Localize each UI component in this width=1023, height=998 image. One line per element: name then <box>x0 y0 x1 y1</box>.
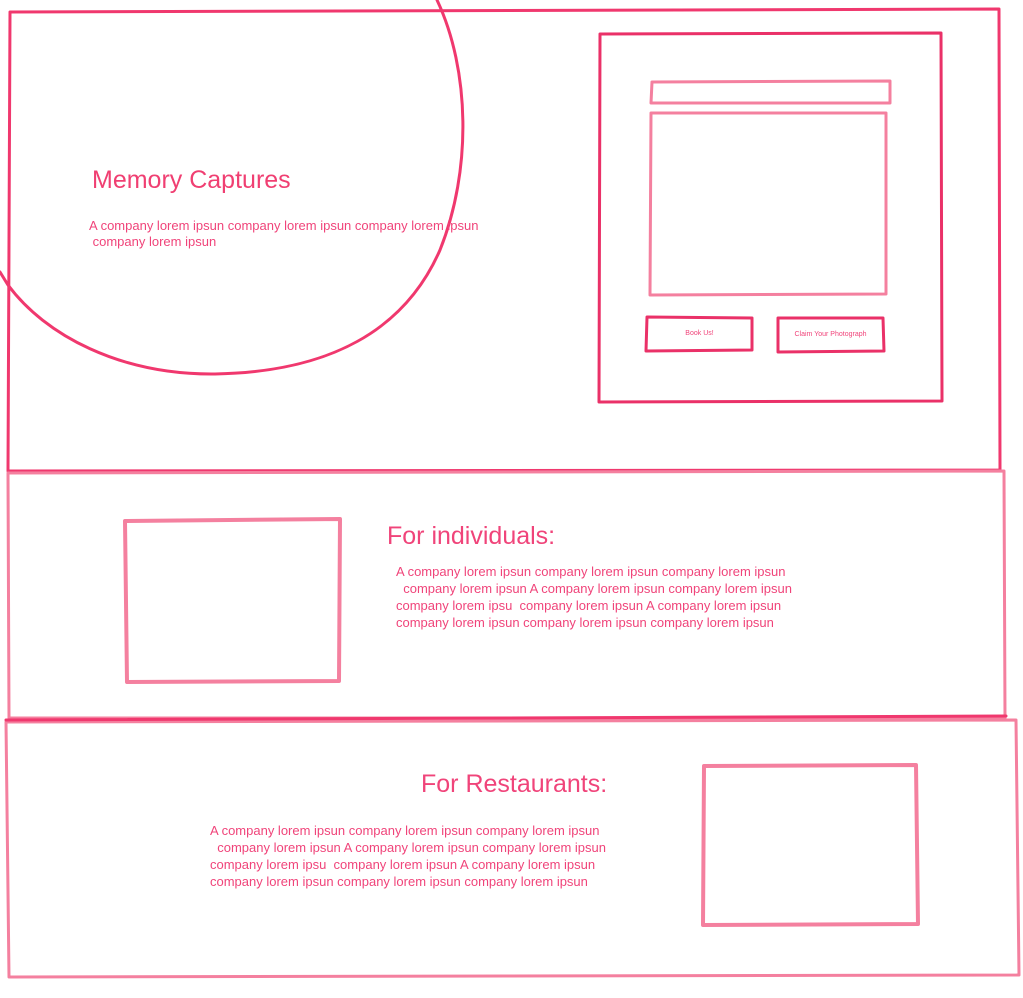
individuals-body-line: company lorem ipsun A company lorem ipsu… <box>396 581 792 596</box>
sections-divider <box>4 714 1008 722</box>
restaurants-body-line: company lorem ipsun A company lorem ipsu… <box>210 840 606 855</box>
individuals-heading: For individuals: <box>387 522 556 550</box>
book-us-button[interactable]: Book Us! <box>646 318 753 350</box>
restaurants-body-line: company lorem ipsun company lorem ipsun … <box>210 874 588 889</box>
hero-description-line: A company lorem ipsun company lorem ipsu… <box>89 218 479 233</box>
restaurants-body: A company lorem ipsun company lorem ipsu… <box>210 822 606 890</box>
claim-photograph-button[interactable]: Claim Your Photograph <box>777 318 884 352</box>
individuals-body-line: company lorem ipsun company lorem ipsun … <box>396 615 774 630</box>
restaurants-image-placeholder <box>701 763 920 927</box>
individuals-body-line: company lorem ipsu company lorem ipsun A… <box>396 598 782 613</box>
card-image-placeholder <box>648 111 888 297</box>
individuals-body: A company lorem ipsun company lorem ipsu… <box>396 563 792 631</box>
restaurants-heading: For Restaurants: <box>421 770 608 798</box>
individuals-image-placeholder <box>123 517 342 684</box>
hero-description: A company lorem ipsun company lorem ipsu… <box>89 218 478 250</box>
hero-description-line: company lorem ipsun <box>89 234 217 249</box>
hero-title: Memory Captures <box>92 166 291 194</box>
individuals-body-line: A company lorem ipsun company lorem ipsu… <box>396 564 786 579</box>
card-header-bar <box>649 79 892 105</box>
restaurants-body-line: company lorem ipsu company lorem ipsun A… <box>210 857 596 872</box>
restaurants-body-line: A company lorem ipsun company lorem ipsu… <box>210 823 600 838</box>
